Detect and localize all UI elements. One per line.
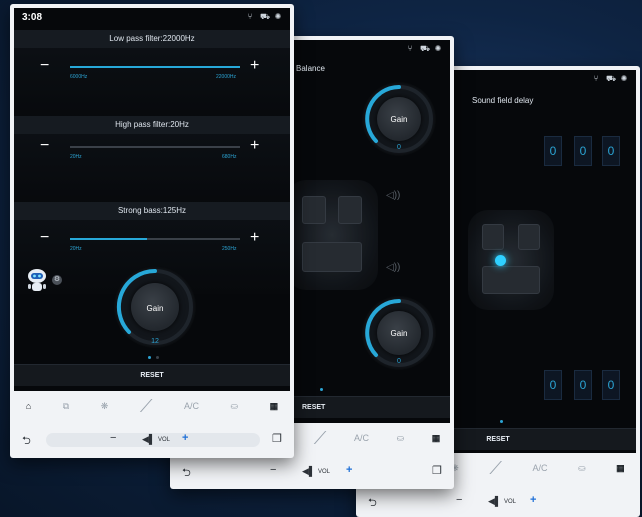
- recirculation-icon[interactable]: ⛀: [397, 433, 405, 444]
- window-icon[interactable]: ❐: [272, 432, 282, 445]
- status-icons: ⑂ ⛟ ✺: [246, 13, 282, 21]
- slider-max-label: 680Hz: [222, 154, 237, 160]
- brightness-icon: ✺: [274, 12, 282, 21]
- low-pass-slider[interactable]: [70, 66, 240, 68]
- gain-knob-rear[interactable]: Gain 0: [362, 296, 436, 370]
- status-icons: ⑂ ⛟ ✺: [406, 45, 442, 53]
- volume-controls: ⮌ − ◀▌ VOL + ❐: [170, 460, 454, 484]
- usb-icon: ⑂: [407, 44, 413, 53]
- reset-button[interactable]: RESET: [14, 364, 290, 386]
- increase-button[interactable]: +: [250, 230, 259, 246]
- apps-grid-icon[interactable]: ▦: [616, 463, 625, 474]
- filter-panel: 3:08 ⑂ ⛟ ✺ Low pass filter:22000Hz − + 6…: [10, 4, 294, 458]
- volume-down-button[interactable]: −: [110, 432, 116, 444]
- back-icon[interactable]: ⮌: [368, 494, 377, 513]
- page-title: Sound field delay: [472, 96, 534, 105]
- back-icon[interactable]: ⮌: [182, 464, 191, 483]
- decrease-button[interactable]: −: [40, 230, 49, 246]
- low-pass-filter-title: Low pass filter:22000Hz: [14, 30, 290, 48]
- volume-label: VOL: [158, 437, 171, 443]
- high-pass-filter-title: High pass filter:20Hz: [14, 116, 290, 134]
- slider-min-label: 6000Hz: [70, 74, 88, 80]
- gain-knob-front[interactable]: Gain 0: [362, 82, 436, 156]
- strong-bass-title: Strong bass:125Hz: [14, 202, 290, 220]
- brightness-icon: ✺: [620, 74, 628, 83]
- back-icon[interactable]: ⮌: [22, 432, 31, 451]
- gain-value: 0: [397, 144, 401, 151]
- clock: 3:08: [22, 12, 43, 23]
- volume-controls: ⮌ − ◀▌ VOL +: [356, 490, 640, 514]
- defrost-icon[interactable]: ⧉: [63, 401, 69, 412]
- volume-label: VOL: [504, 499, 517, 505]
- delay-rear-left[interactable]: 0: [544, 370, 562, 400]
- slider-min-label: 20Hz: [70, 154, 82, 160]
- delay-front-center[interactable]: 0: [574, 136, 592, 166]
- status-icons: ⑂ ⛟ ✺: [592, 75, 628, 83]
- car-icon: ⛟: [260, 12, 271, 21]
- slider-min-label: 20Hz: [70, 246, 82, 252]
- gain-knob[interactable]: Gain 12: [114, 266, 196, 348]
- high-pass-filter-section: High pass filter:20Hz − + 20Hz 680Hz: [14, 116, 290, 208]
- gain-label: Gain: [390, 329, 408, 338]
- high-pass-slider[interactable]: [70, 146, 240, 148]
- gain-label: Gain: [390, 115, 408, 124]
- slider-max-label: 250Hz: [222, 246, 237, 252]
- seat-icon[interactable]: ⟋: [140, 396, 153, 417]
- listening-position-dot[interactable]: [495, 255, 506, 266]
- increase-button[interactable]: +: [250, 138, 259, 154]
- volume-controls: ⮌ − ◀▌ VOL + ❐: [10, 428, 294, 452]
- recirculation-icon[interactable]: ⛀: [578, 463, 586, 474]
- brightness-icon: ✺: [434, 44, 442, 53]
- volume-up-button[interactable]: +: [182, 432, 188, 444]
- strong-bass-slider[interactable]: [70, 238, 240, 240]
- ac-button[interactable]: A/C: [184, 401, 199, 411]
- car-icon: ⛟: [606, 74, 617, 83]
- apps-grid-icon[interactable]: ▦: [270, 401, 279, 412]
- volume-down-button[interactable]: −: [270, 464, 276, 476]
- bottom-nav: ⌂ ⧉ ❋ ⟋ A/C ⛀ ▦: [10, 392, 294, 420]
- front-speaker-icon: ◁)): [386, 190, 401, 201]
- usb-icon: ⑂: [247, 12, 253, 21]
- seat-icon[interactable]: ⟋: [314, 428, 327, 449]
- ac-button[interactable]: A/C: [354, 433, 369, 443]
- slider-max-label: 22000Hz: [216, 74, 237, 80]
- volume-icon: ◀▌: [302, 466, 316, 476]
- volume-label: VOL: [318, 469, 331, 475]
- window-icon[interactable]: ❐: [432, 464, 442, 477]
- settings-small-icon[interactable]: ⚙: [52, 275, 62, 285]
- volume-up-button[interactable]: +: [530, 494, 536, 506]
- fan-icon[interactable]: ❋: [101, 401, 109, 412]
- recirculation-icon[interactable]: ⛀: [231, 401, 239, 412]
- gain-value: 12: [151, 338, 159, 345]
- home-icon[interactable]: ⌂: [26, 401, 31, 411]
- car-top-view: [468, 210, 554, 310]
- filter-screen: 3:08 ⑂ ⛟ ✺ Low pass filter:22000Hz − + 6…: [14, 8, 290, 391]
- gain-value: 0: [397, 358, 401, 365]
- car-top-view: [286, 180, 378, 290]
- rear-speaker-icon: ◁)): [386, 262, 401, 273]
- usb-icon: ⑂: [593, 74, 599, 83]
- gain-label: Gain: [146, 304, 164, 313]
- volume-icon: ◀▌: [488, 496, 502, 506]
- low-pass-filter-section: Low pass filter:22000Hz − + 6000Hz 22000…: [14, 30, 290, 122]
- decrease-button[interactable]: −: [40, 58, 49, 74]
- apps-grid-icon[interactable]: ▦: [432, 433, 441, 444]
- decrease-button[interactable]: −: [40, 138, 49, 154]
- volume-down-button[interactable]: −: [456, 494, 462, 506]
- delay-rear-center[interactable]: 0: [574, 370, 592, 400]
- robot-assistant-icon[interactable]: [26, 268, 46, 291]
- volume-icon: ◀▌: [142, 434, 156, 444]
- delay-rear-right[interactable]: 0: [602, 370, 620, 400]
- car-icon: ⛟: [420, 44, 431, 53]
- volume-up-button[interactable]: +: [346, 464, 352, 476]
- delay-front-left[interactable]: 0: [544, 136, 562, 166]
- increase-button[interactable]: +: [250, 58, 259, 74]
- ac-button[interactable]: A/C: [533, 463, 548, 473]
- seat-icon[interactable]: ⟋: [489, 458, 502, 479]
- page-title: Balance: [296, 64, 325, 73]
- delay-front-right[interactable]: 0: [602, 136, 620, 166]
- status-bar: 3:08 ⑂ ⛟ ✺: [14, 8, 290, 28]
